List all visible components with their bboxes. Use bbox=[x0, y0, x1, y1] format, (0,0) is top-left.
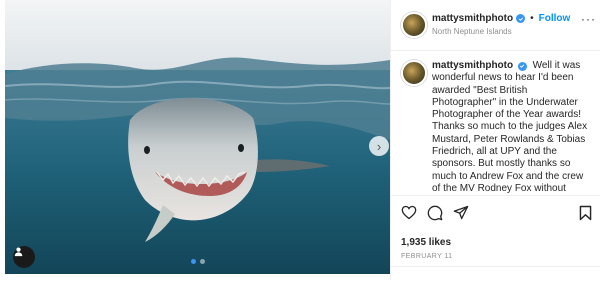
carousel-dot-active bbox=[191, 259, 196, 264]
shark-photo bbox=[5, 0, 390, 274]
post-image[interactable]: › bbox=[5, 0, 390, 274]
caption-text: Well it was wonderful news to hear I'd b… bbox=[432, 60, 588, 194]
likes-count[interactable]: 1,935 likes bbox=[401, 237, 451, 248]
caption-username-link[interactable]: mattysmithphoto bbox=[432, 60, 513, 71]
bookmark-icon[interactable] bbox=[579, 205, 592, 226]
post-date[interactable]: FEBRUARY 11 bbox=[401, 253, 452, 260]
action-bar bbox=[391, 205, 600, 229]
caption-avatar[interactable] bbox=[401, 60, 427, 86]
heart-icon[interactable] bbox=[401, 205, 417, 225]
caption: mattysmithphoto Well it was wonderful ne… bbox=[432, 60, 592, 195]
comment-icon[interactable] bbox=[427, 205, 443, 226]
user-tag-icon[interactable] bbox=[13, 246, 35, 268]
header-user-row: mattysmithphoto • Follow bbox=[432, 13, 570, 24]
verified-badge-icon bbox=[517, 61, 527, 71]
carousel-indicator bbox=[191, 259, 205, 264]
follow-button[interactable]: Follow bbox=[539, 13, 571, 24]
post-side-panel: mattysmithphoto • Follow North Neptune I… bbox=[390, 0, 600, 280]
username-link[interactable]: mattysmithphoto bbox=[432, 13, 513, 24]
avatar[interactable] bbox=[401, 12, 427, 38]
location-link[interactable]: North Neptune Islands bbox=[432, 27, 512, 36]
verified-badge-icon bbox=[516, 14, 526, 23]
carousel-dot bbox=[200, 259, 205, 264]
next-slide-button[interactable]: › bbox=[369, 136, 389, 156]
post-header: mattysmithphoto • Follow North Neptune I… bbox=[391, 0, 600, 51]
separator-dot: • bbox=[530, 13, 534, 24]
caption-area[interactable]: mattysmithphoto Well it was wonderful ne… bbox=[391, 51, 600, 196]
more-options-button[interactable]: ··· bbox=[581, 12, 596, 26]
add-comment-area[interactable] bbox=[391, 266, 600, 281]
paper-plane-icon[interactable] bbox=[453, 205, 469, 225]
person-icon bbox=[14, 247, 23, 257]
